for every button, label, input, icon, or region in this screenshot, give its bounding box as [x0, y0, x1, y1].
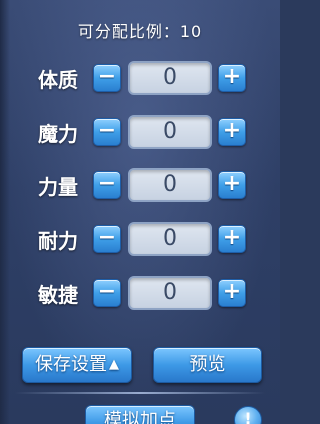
divider	[15, 392, 265, 394]
decrease-constitution-button[interactable]: −	[93, 64, 121, 92]
increase-endurance-button[interactable]: +	[218, 225, 246, 253]
stat-label: 力量	[38, 175, 78, 199]
stat-row-magic: 魔力 − 0 +	[38, 114, 258, 149]
stat-row-constitution: 体质 − 0 +	[38, 60, 258, 95]
stat-label: 敏捷	[38, 283, 78, 307]
increase-agility-button[interactable]: +	[218, 279, 246, 307]
info-icon[interactable]: !	[234, 406, 262, 424]
decrease-endurance-button[interactable]: −	[93, 225, 121, 253]
preview-button[interactable]: 预览	[153, 347, 262, 383]
stat-label: 体质	[38, 68, 78, 92]
decrease-agility-button[interactable]: −	[93, 279, 121, 307]
stat-label: 魔力	[38, 122, 78, 146]
magic-value-field[interactable]: 0	[128, 115, 212, 149]
decrease-strength-button[interactable]: −	[93, 171, 121, 199]
agility-value-field[interactable]: 0	[128, 276, 212, 310]
decrease-magic-button[interactable]: −	[93, 118, 121, 146]
allocation-ratio-title: 可分配比例：10	[77, 22, 203, 41]
attribute-allocation-panel: 可分配比例：10 体质 − 0 + 魔力 − 0 + 力量 − 0 + 耐力 −…	[0, 0, 280, 424]
endurance-value-field[interactable]: 0	[128, 222, 212, 256]
save-settings-label: 保存设置	[35, 354, 107, 375]
save-settings-button[interactable]: 保存设置 ▲	[22, 347, 132, 383]
stat-row-agility: 敏捷 − 0 +	[38, 275, 258, 310]
stat-row-endurance: 耐力 − 0 +	[38, 221, 258, 256]
simulate-allocation-button[interactable]: 模拟加点	[85, 405, 195, 424]
increase-strength-button[interactable]: +	[218, 171, 246, 199]
strength-value-field[interactable]: 0	[128, 168, 212, 202]
stat-label: 耐力	[38, 229, 78, 253]
increase-magic-button[interactable]: +	[218, 118, 246, 146]
constitution-value-field[interactable]: 0	[128, 61, 212, 95]
increase-constitution-button[interactable]: +	[218, 64, 246, 92]
caret-up-icon: ▲	[109, 357, 119, 372]
stat-row-strength: 力量 − 0 +	[38, 167, 258, 202]
